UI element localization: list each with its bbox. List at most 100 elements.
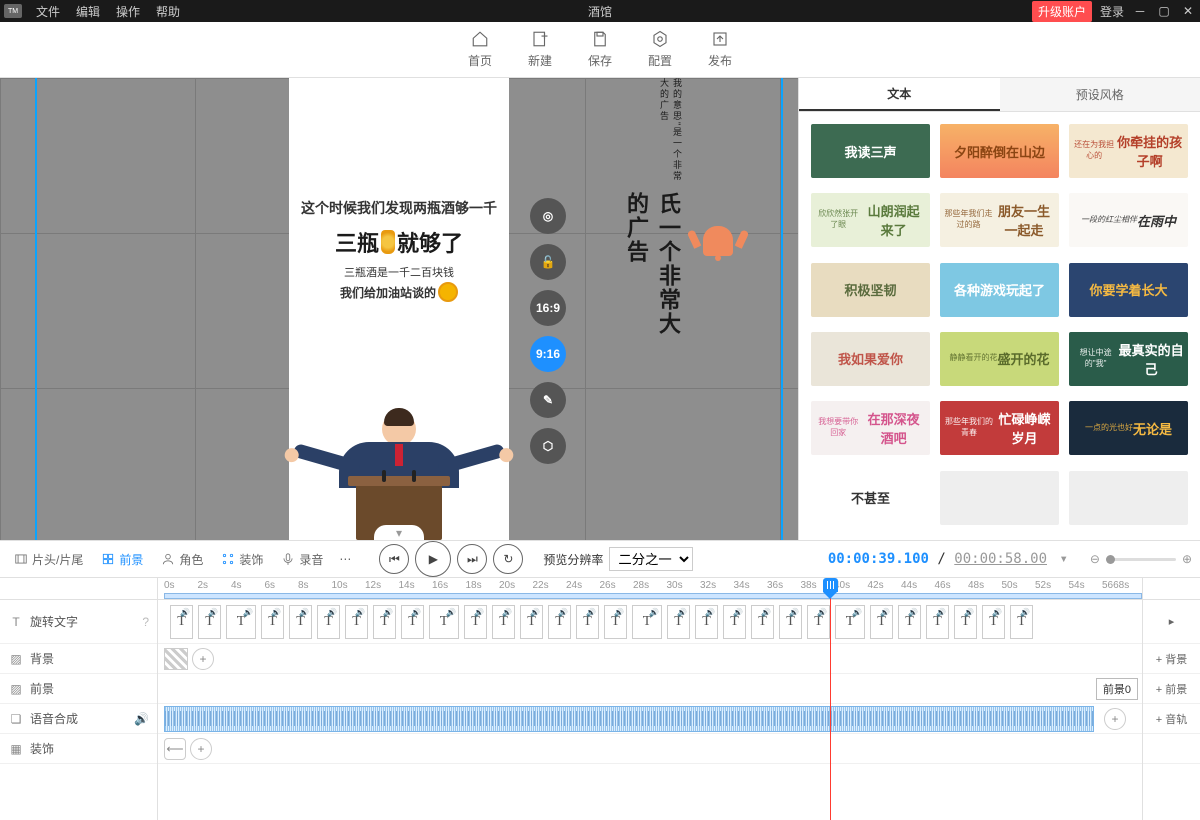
bell-icon[interactable] <box>690 218 746 274</box>
upgrade-button[interactable]: 升级账户 <box>1032 1 1092 22</box>
add-audio-icon[interactable]: + <box>1104 708 1126 730</box>
playhead[interactable] <box>830 578 831 820</box>
more-icon[interactable]: ⋯ <box>335 552 355 566</box>
template-item[interactable]: 想让中途的"我"最真实的自己 <box>1069 332 1188 386</box>
vertical-text[interactable]: 我的意思"是一个非常大的广告氏一个非常大的广告 <box>620 78 684 358</box>
text-clip[interactable]: 🔊T <box>520 605 543 639</box>
resolution-select[interactable]: 二分之一 <box>609 547 693 571</box>
add-audio-button[interactable]: + 音轨 <box>1143 704 1200 734</box>
time-ruler[interactable]: 0s2s4s6s8s10s12s14s16s18s20s22s24s26s28s… <box>158 578 1142 600</box>
add-bg-icon[interactable]: + <box>192 648 214 670</box>
seg-decoration[interactable]: 装饰 <box>215 551 269 568</box>
tool-home[interactable]: 首页 <box>468 30 492 69</box>
track-label-bg[interactable]: ▨背景 <box>0 644 157 674</box>
canvas-arrow-down-icon[interactable]: ▾ <box>374 525 424 540</box>
template-item[interactable]: 一段的红尘相伴在雨中 <box>1069 193 1188 247</box>
menu-edit[interactable]: 编辑 <box>68 3 108 20</box>
canvas-frame[interactable]: 这个时候我们发现两瓶酒够一千 三瓶就够了 三瓶酒是一千二百块钱 我们给加油站谈的… <box>289 78 509 540</box>
close-icon[interactable]: ✕ <box>1180 3 1196 19</box>
track-label-text[interactable]: T旋转文字? <box>0 600 157 644</box>
text-clip[interactable]: 🔊T <box>373 605 396 639</box>
text-line-4[interactable]: 我们给加油站谈的 <box>299 282 499 302</box>
text-clip[interactable]: 🔊T <box>576 605 599 639</box>
template-item[interactable]: 你要学着长大 <box>1069 263 1188 317</box>
template-item[interactable]: 不甚至 <box>811 471 930 525</box>
lane-bg[interactable]: + <box>158 644 1142 674</box>
fg-clip[interactable]: 前景0 <box>1096 678 1138 700</box>
template-item[interactable]: 我如果爱你 <box>811 332 930 386</box>
time-total[interactable]: 00:00:58.00 <box>954 551 1047 567</box>
timeline-body[interactable]: 0s2s4s6s8s10s12s14s16s18s20s22s24s26s28s… <box>158 578 1142 820</box>
tab-preset-style[interactable]: 预设风格 <box>1000 78 1200 111</box>
tool-config[interactable]: 配置 <box>648 30 672 69</box>
template-item[interactable]: 那些年我们的青春忙碌峥嵘岁月 <box>940 401 1059 455</box>
track-label-fg[interactable]: ▨前景 <box>0 674 157 704</box>
maximize-icon[interactable]: ▢ <box>1156 3 1172 19</box>
seg-character[interactable]: 角色 <box>155 551 209 568</box>
text-clip[interactable]: 🔊T <box>926 605 949 639</box>
text-clip[interactable]: 🔊T <box>835 605 865 639</box>
speaker-character[interactable] <box>309 412 489 540</box>
seg-record[interactable]: 录音 <box>275 551 329 568</box>
text-clip[interactable]: 🔊T <box>492 605 515 639</box>
text-clip[interactable]: 🔊T <box>548 605 571 639</box>
add-fg-button[interactable]: + 前景 <box>1143 674 1200 704</box>
text-clip[interactable]: 🔊T <box>632 605 662 639</box>
template-item[interactable] <box>940 471 1059 525</box>
add-bg-button[interactable]: + 背景 <box>1143 644 1200 674</box>
template-item[interactable]: 一点的光也好无论是 <box>1069 401 1188 455</box>
menu-action[interactable]: 操作 <box>108 3 148 20</box>
text-line-2[interactable]: 三瓶就够了 <box>299 226 499 258</box>
text-clip[interactable]: 🔊T <box>667 605 690 639</box>
template-item[interactable]: 那些年我们走过的路朋友一生一起走 <box>940 193 1059 247</box>
track-label-deco[interactable]: ▦装饰 <box>0 734 157 764</box>
zoom-out-icon[interactable]: ⊖ <box>1090 552 1100 566</box>
text-clip[interactable]: 🔊T <box>289 605 312 639</box>
settings-icon[interactable]: ⬡ <box>530 428 566 464</box>
track-label-voice[interactable]: ❏语音合成🔊 <box>0 704 157 734</box>
text-line-3[interactable]: 三瓶酒是一千二百块钱 <box>299 264 499 280</box>
seg-title[interactable]: 片头/片尾 <box>8 551 89 568</box>
seg-foreground[interactable]: 前景 <box>95 551 149 568</box>
audio-clip[interactable] <box>164 706 1094 732</box>
canvas-area[interactable]: 这个时候我们发现两瓶酒够一千 三瓶就够了 三瓶酒是一千二百块钱 我们给加油站谈的… <box>0 78 798 540</box>
text-clip[interactable]: 🔊T <box>401 605 424 639</box>
template-item[interactable]: 夕阳醉倒在山边 <box>940 124 1059 178</box>
text-clip[interactable]: 🔊T <box>198 605 221 639</box>
zoom-slider[interactable] <box>1106 558 1176 561</box>
add-deco-icon[interactable]: + <box>190 738 212 760</box>
loop-icon[interactable]: ↻ <box>493 544 523 574</box>
template-item[interactable]: 我读三声 <box>811 124 930 178</box>
ratio-16-9-button[interactable]: 16:9 <box>530 290 566 326</box>
lane-deco[interactable]: ⟵+ <box>158 734 1142 764</box>
edit-icon[interactable]: ✎ <box>530 382 566 418</box>
lane-voice[interactable]: + <box>158 704 1142 734</box>
target-icon[interactable]: ◎ <box>530 198 566 234</box>
tab-text[interactable]: 文本 <box>799 78 1000 111</box>
minimize-icon[interactable]: ─ <box>1132 3 1148 19</box>
text-clip[interactable]: 🔊T <box>898 605 921 639</box>
text-clip[interactable]: 🔊T <box>954 605 977 639</box>
text-clip[interactable]: 🔊T <box>695 605 718 639</box>
lock-icon[interactable]: 🔓 <box>530 244 566 280</box>
template-item[interactable]: 积极坚韧 <box>811 263 930 317</box>
text-clip[interactable]: 🔊T <box>261 605 284 639</box>
lane-fg[interactable]: 前景0 <box>158 674 1142 704</box>
template-item[interactable]: 我想要带你回家在那深夜酒吧 <box>811 401 930 455</box>
text-clip[interactable]: 🔊T <box>429 605 459 639</box>
text-clip[interactable]: 🔊T <box>170 605 193 639</box>
text-clip[interactable]: 🔊T <box>1010 605 1033 639</box>
menu-help[interactable]: 帮助 <box>148 3 188 20</box>
menu-file[interactable]: 文件 <box>28 3 68 20</box>
zoom-in-icon[interactable]: ⊕ <box>1182 552 1192 566</box>
text-scroll-icon[interactable]: ▸ <box>1143 600 1200 644</box>
lane-text[interactable]: 🔊T🔊T🔊T🔊T🔊T🔊T🔊T🔊T🔊T🔊T🔊T🔊T🔊T🔊T🔊T🔊T🔊T🔊T🔊T🔊T… <box>158 600 1142 644</box>
volume-icon[interactable]: 🔊 <box>134 712 149 726</box>
ratio-9-16-button[interactable]: 9:16 <box>530 336 566 372</box>
play-icon[interactable]: ▶ <box>415 541 451 577</box>
text-clip[interactable]: 🔊T <box>982 605 1005 639</box>
skip-forward-icon[interactable]: ⏭ <box>457 544 487 574</box>
text-clip[interactable]: 🔊T <box>751 605 774 639</box>
text-clip[interactable]: 🔊T <box>779 605 802 639</box>
template-item[interactable]: 还在为我担心的你牵挂的孩子啊 <box>1069 124 1188 178</box>
